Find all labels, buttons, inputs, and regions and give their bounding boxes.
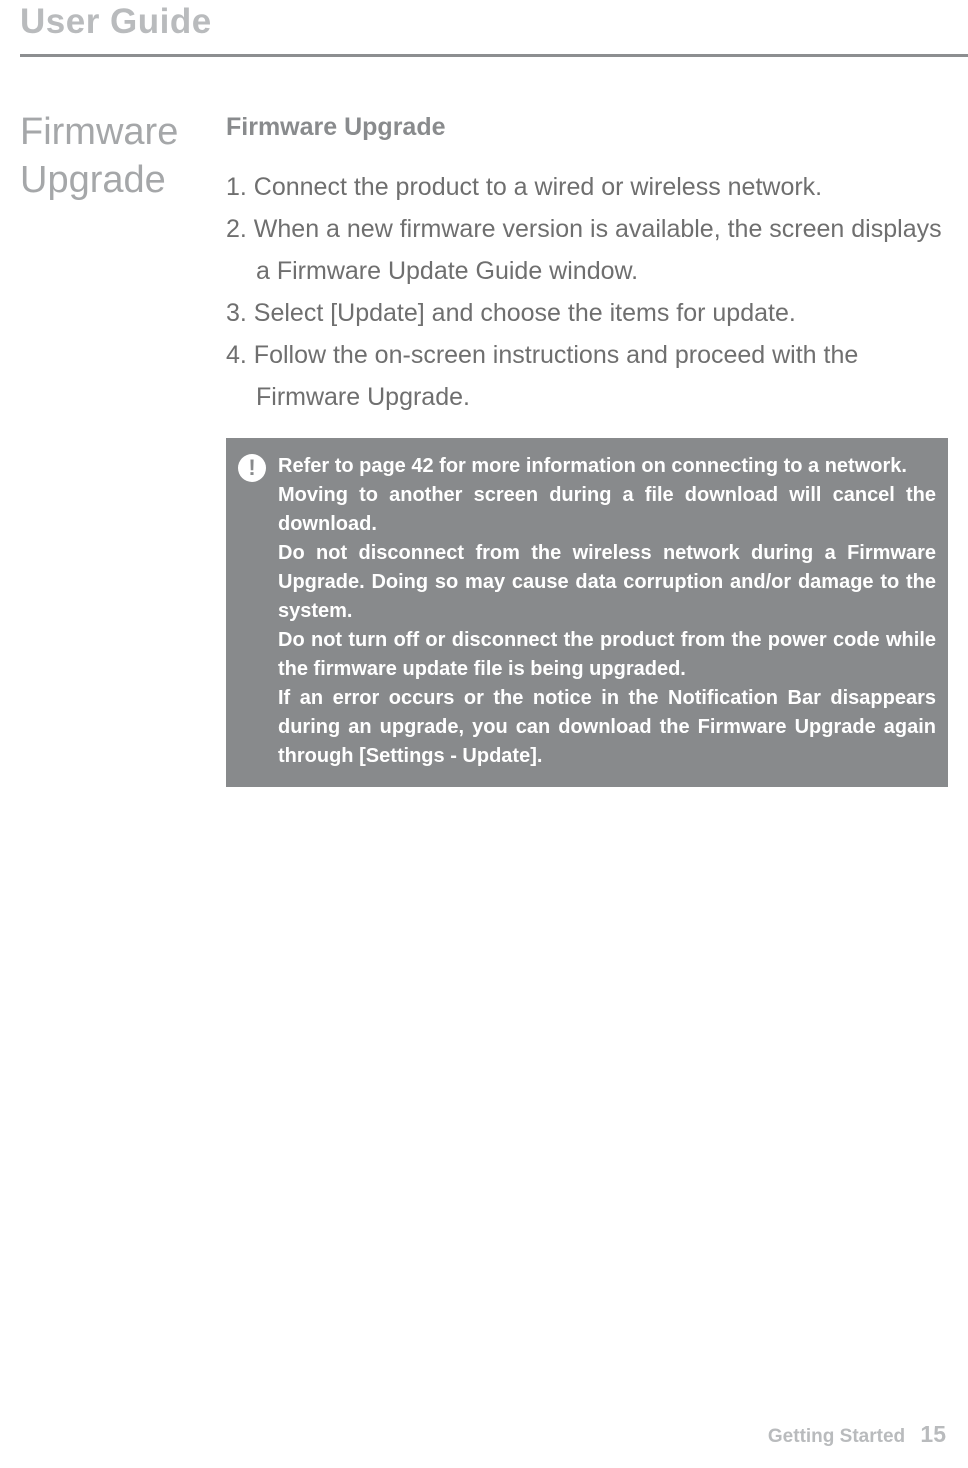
notice-paragraph: Do not disconnect from the wireless netw… xyxy=(278,539,936,626)
notice-paragraph: Do not turn off or disconnect the produc… xyxy=(278,626,936,684)
notice-paragraph: Moving to another screen during a file d… xyxy=(278,481,936,539)
footer-section-label: Getting Started xyxy=(768,1426,905,1447)
step-item: 4. Follow the on-screen instructions and… xyxy=(226,334,948,418)
section-title: Firmware Upgrade xyxy=(20,109,226,204)
step-item: 1. Connect the product to a wired or wir… xyxy=(226,166,948,208)
caution-icon xyxy=(238,454,266,482)
page-number: 15 xyxy=(920,1421,946,1447)
step-item: 3. Select [Update] and choose the items … xyxy=(226,292,948,334)
content-heading: Firmware Upgrade xyxy=(226,113,948,142)
notice-paragraph: If an error occurs or the notice in the … xyxy=(278,684,936,771)
step-item: 2. When a new firmware version is availa… xyxy=(226,208,948,292)
document-title: User Guide xyxy=(20,0,968,42)
notice-paragraph: Refer to page 42 for more information on… xyxy=(278,452,936,481)
notice-callout: Refer to page 42 for more information on… xyxy=(226,438,948,787)
page-footer: Getting Started 15 xyxy=(768,1421,946,1448)
notice-text: Refer to page 42 for more information on… xyxy=(278,452,936,771)
step-list: 1. Connect the product to a wired or wir… xyxy=(226,166,948,418)
